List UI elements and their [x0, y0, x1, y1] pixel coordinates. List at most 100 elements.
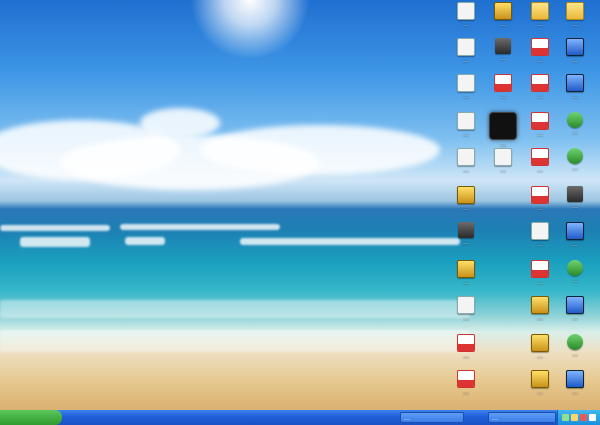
desktop-icon[interactable]: …: [483, 112, 523, 148]
desktop-icon[interactable]: …: [520, 334, 560, 360]
desktop-icon-label: …: [572, 241, 578, 248]
desktop-icon[interactable]: …: [555, 38, 595, 64]
gold-app-icon: [457, 186, 475, 204]
red-doc-icon: [457, 370, 475, 388]
start-button[interactable]: [0, 410, 62, 425]
taskbar-button[interactable]: …: [400, 412, 464, 423]
desktop-icon[interactable]: …: [555, 296, 595, 322]
desktop-icon-label: …: [572, 315, 578, 322]
antivirus-icon[interactable]: [580, 414, 587, 421]
desktop-icon-label: …: [500, 93, 506, 100]
desktop-icon[interactable]: …: [446, 186, 486, 212]
doc-icon: [457, 74, 475, 92]
desktop-icon-label: …: [463, 315, 469, 322]
desktop-icon-label: …: [537, 93, 543, 100]
dark-app-icon: [495, 38, 511, 54]
desktop-icon-label: …: [572, 21, 578, 28]
green-app-icon: [567, 148, 583, 164]
doc-icon: [457, 38, 475, 56]
desktop-icon[interactable]: …: [520, 296, 560, 322]
folder-icon: [531, 2, 549, 20]
desktop-icon[interactable]: …: [446, 222, 486, 246]
desktop-icon-label: …: [572, 389, 578, 396]
desktop-icon[interactable]: …: [483, 38, 523, 62]
desktop-icon[interactable]: …: [555, 334, 595, 358]
system-tray: [557, 410, 600, 425]
desktop-icon[interactable]: …: [555, 148, 595, 172]
desktop-icon[interactable]: …: [520, 186, 560, 212]
desktop-icon-label: …: [537, 57, 543, 64]
desktop-icon-label: …: [463, 205, 469, 212]
doc-icon: [494, 148, 512, 166]
red-doc-icon: [494, 74, 512, 92]
cloud: [200, 125, 440, 175]
desktop-icon[interactable]: …: [520, 38, 560, 64]
red-doc-icon: [531, 260, 549, 278]
desktop-icon[interactable]: …: [446, 370, 486, 396]
desktop-icon[interactable]: …: [483, 2, 523, 28]
desktop-icon[interactable]: …: [520, 222, 560, 248]
desktop-icon[interactable]: …: [446, 296, 486, 322]
desktop-icon[interactable]: …: [483, 74, 523, 100]
desktop-icon-label: …: [500, 21, 506, 28]
folder-icon: [566, 2, 584, 20]
desktop-icon[interactable]: …: [520, 2, 560, 28]
green-app-icon: [567, 260, 583, 276]
doc-icon: [457, 296, 475, 314]
desktop-icon[interactable]: …: [555, 222, 595, 248]
desktop-icon[interactable]: …: [520, 112, 560, 138]
clock-icon[interactable]: [589, 414, 596, 421]
desktop-icon-label: …: [463, 389, 469, 396]
desktop-icon[interactable]: …: [520, 260, 560, 286]
desktop-icon-label: …: [572, 93, 578, 100]
desktop-icon[interactable]: …: [520, 370, 560, 396]
desktop-icon[interactable]: …: [446, 74, 486, 100]
desktop-icon-label: …: [537, 241, 543, 248]
volume-icon[interactable]: [571, 414, 578, 421]
desktop-icon[interactable]: …: [555, 112, 595, 136]
desktop-icon[interactable]: …: [446, 112, 486, 138]
desktop-icon-label: …: [463, 239, 469, 246]
desktop-icon[interactable]: …: [446, 148, 486, 174]
desktop-icon[interactable]: …: [520, 74, 560, 100]
blue-app-icon: [566, 222, 584, 240]
desktop-icon-label: …: [463, 21, 469, 28]
video-thumbnail-icon: [489, 112, 517, 140]
red-doc-icon: [531, 74, 549, 92]
desktop-icon-label: …: [500, 55, 506, 62]
wave-foam: [0, 300, 470, 318]
desktop-icon[interactable]: …: [555, 260, 595, 284]
wave-foam: [20, 237, 90, 247]
wave-foam: [120, 224, 280, 230]
blue-app-icon: [566, 370, 584, 388]
desktop-icon-label: …: [537, 353, 543, 360]
desktop-icon[interactable]: …: [555, 186, 595, 210]
gold-app-icon: [531, 334, 549, 352]
desktop-icon-label: …: [572, 57, 578, 64]
desktop-icon[interactable]: …: [483, 148, 523, 174]
doc-icon: [457, 2, 475, 20]
blue-app-icon: [566, 296, 584, 314]
desktop-icon-label: …: [572, 277, 578, 284]
taskbar-button[interactable]: …: [488, 412, 556, 423]
desktop-icon[interactable]: …: [520, 148, 560, 174]
desktop-icon[interactable]: …: [555, 74, 595, 100]
desktop-icon-label: …: [537, 315, 543, 322]
desktop-icon[interactable]: …: [446, 2, 486, 28]
desktop-icon-label: …: [537, 21, 543, 28]
desktop-icon[interactable]: …: [446, 38, 486, 64]
desktop-icon-label: …: [463, 353, 469, 360]
desktop-icon[interactable]: …: [555, 370, 595, 396]
red-doc-icon: [531, 186, 549, 204]
desktop-icon[interactable]: …: [555, 2, 595, 28]
network-icon[interactable]: [562, 414, 569, 421]
desktop-icon-label: …: [572, 165, 578, 172]
doc-icon: [457, 148, 475, 166]
desktop-icon[interactable]: …: [446, 334, 486, 360]
taskbar: … …: [0, 410, 600, 425]
desktop-icon-label: …: [500, 141, 506, 148]
sun-glare: [190, 0, 310, 60]
desktop-icon[interactable]: …: [446, 260, 486, 286]
red-doc-icon: [531, 112, 549, 130]
wave-foam: [0, 225, 110, 231]
